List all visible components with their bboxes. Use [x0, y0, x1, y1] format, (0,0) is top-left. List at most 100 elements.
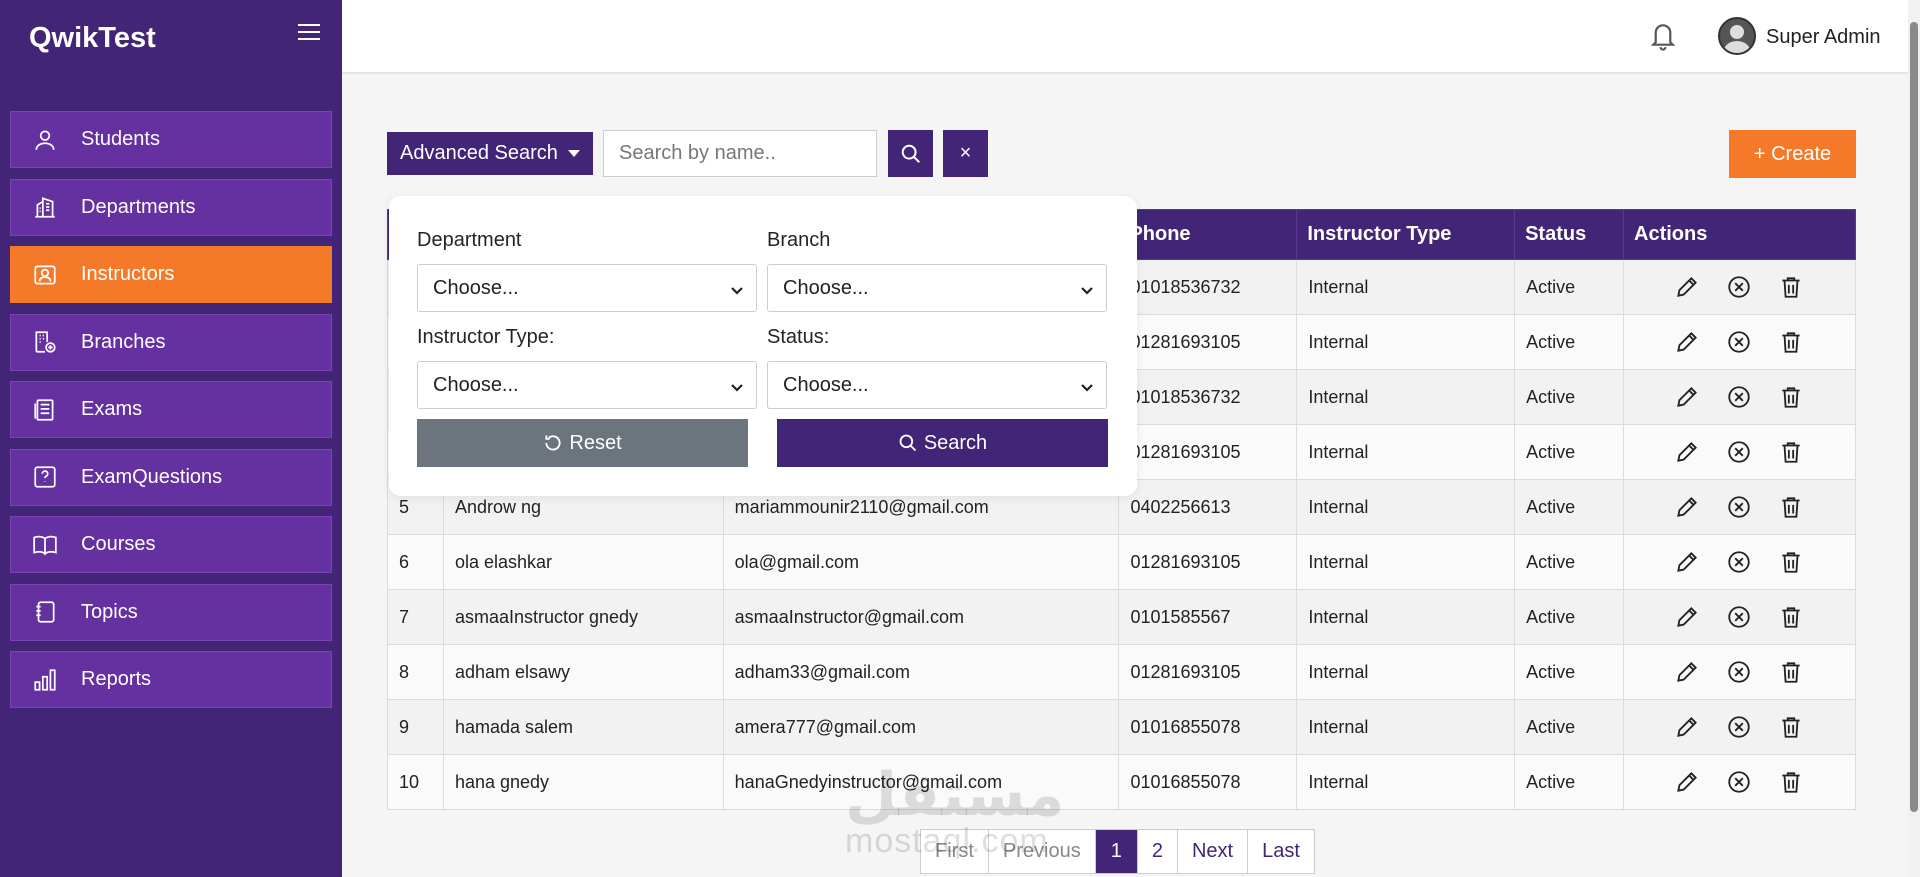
avatar[interactable]: [1718, 17, 1756, 55]
sidebar-item-label: Courses: [81, 533, 156, 555]
sidebar-item-label: Exams: [81, 398, 143, 420]
sidebar: QwikTest Students Departments Instructor…: [0, 0, 342, 877]
search-icon: [900, 143, 922, 165]
trash-icon[interactable]: [1777, 548, 1805, 576]
trash-icon[interactable]: [1777, 273, 1805, 301]
edit-icon[interactable]: [1673, 548, 1701, 576]
cell-instructor-type: Internal: [1296, 424, 1516, 480]
deactivate-icon[interactable]: [1725, 768, 1753, 796]
trash-icon[interactable]: [1777, 768, 1805, 796]
sidebar-item-label: Instructors: [81, 263, 175, 285]
trash-icon[interactable]: [1777, 328, 1805, 356]
scrollbar[interactable]: [1908, 0, 1920, 877]
advanced-search-label: Advanced Search: [400, 142, 558, 164]
page-2[interactable]: 2: [1138, 830, 1178, 873]
deactivate-icon[interactable]: [1725, 713, 1753, 741]
sidebar-item-reports[interactable]: Reports: [10, 651, 332, 708]
instructor-type-select[interactable]: Choose...: [417, 361, 757, 409]
cell-actions: [1623, 369, 1856, 425]
edit-icon[interactable]: [1673, 493, 1701, 521]
chevron-down-icon: [730, 378, 743, 392]
trash-icon[interactable]: [1777, 383, 1805, 411]
edit-icon[interactable]: [1673, 438, 1701, 466]
building-icon: [31, 193, 59, 221]
cell-number: 9: [387, 699, 444, 755]
hamburger-menu-icon[interactable]: [298, 24, 320, 42]
cell-instructor-type: Internal: [1296, 699, 1516, 755]
cell-actions: [1623, 644, 1856, 700]
branch-label: Branch: [767, 229, 831, 251]
deactivate-icon[interactable]: [1725, 658, 1753, 686]
clear-search-button[interactable]: ×: [943, 130, 988, 177]
trash-icon[interactable]: [1777, 493, 1805, 521]
cell-status: Active: [1514, 314, 1625, 370]
deactivate-icon[interactable]: [1725, 603, 1753, 631]
trash-icon[interactable]: [1777, 438, 1805, 466]
bell-icon[interactable]: [1648, 18, 1678, 52]
create-button[interactable]: + Create: [1729, 130, 1856, 178]
page-last[interactable]: Last: [1248, 830, 1314, 873]
column-header-actions: Actions: [1623, 209, 1856, 260]
edit-icon[interactable]: [1673, 713, 1701, 741]
cell-actions: [1623, 754, 1856, 810]
search-input[interactable]: [603, 130, 877, 177]
sidebar-item-courses[interactable]: Courses: [10, 516, 332, 573]
edit-icon[interactable]: [1673, 328, 1701, 356]
deactivate-icon[interactable]: [1725, 328, 1753, 356]
edit-icon[interactable]: [1673, 603, 1701, 631]
cell-actions: [1623, 589, 1856, 645]
page-1[interactable]: 1: [1095, 830, 1138, 873]
edit-icon[interactable]: [1673, 658, 1701, 686]
cell-name: hana gnedy: [442, 754, 724, 810]
branch-select[interactable]: Choose...: [767, 264, 1107, 312]
cell-phone: 01018536732: [1118, 259, 1298, 315]
edit-icon[interactable]: [1673, 768, 1701, 796]
user-name[interactable]: Super Admin: [1766, 26, 1881, 49]
deactivate-icon[interactable]: [1725, 273, 1753, 301]
deactivate-icon[interactable]: [1725, 493, 1753, 521]
sidebar-item-examquestions[interactable]: ExamQuestions: [10, 448, 332, 506]
reset-button[interactable]: Reset: [417, 419, 748, 467]
advanced-search-button[interactable]: Advanced Search: [387, 132, 593, 175]
cell-number: 6: [387, 534, 444, 590]
sidebar-item-departments[interactable]: Departments: [10, 178, 332, 236]
reset-label: Reset: [569, 431, 622, 454]
trash-icon[interactable]: [1777, 603, 1805, 631]
page-next[interactable]: Next: [1178, 830, 1249, 873]
search-icon: [898, 433, 918, 453]
deactivate-icon[interactable]: [1725, 383, 1753, 411]
department-select[interactable]: Choose...: [417, 264, 757, 312]
cell-status: Active: [1514, 479, 1625, 535]
sidebar-item-students[interactable]: Students: [10, 111, 332, 168]
sidebar-item-instructors[interactable]: Instructors: [10, 246, 332, 303]
brand-logo[interactable]: QwikTest: [29, 22, 156, 55]
scrollbar-thumb[interactable]: [1910, 22, 1918, 812]
cell-name: hamada salem: [442, 699, 724, 755]
page-first[interactable]: First: [921, 830, 989, 873]
column-header-instructor-type: Instructor Type: [1296, 209, 1516, 260]
trash-icon[interactable]: [1777, 658, 1805, 686]
advanced-search-submit-button[interactable]: Search: [777, 419, 1108, 467]
deactivate-icon[interactable]: [1725, 438, 1753, 466]
status-select[interactable]: Choose...: [767, 361, 1107, 409]
sidebar-item-label: Reports: [81, 668, 152, 690]
sidebar-nav: Students Departments Instructors Branche…: [10, 111, 332, 719]
sidebar-item-exams[interactable]: Exams: [10, 381, 332, 438]
sidebar-item-topics[interactable]: Topics: [10, 583, 332, 641]
cell-number: 10: [387, 754, 444, 810]
column-header-phone: Phone: [1118, 209, 1298, 260]
edit-icon[interactable]: [1673, 383, 1701, 411]
trash-icon[interactable]: [1777, 713, 1805, 741]
table-row: 9 hamada salem amera777@gmail.com 010168550…: [387, 699, 1856, 755]
deactivate-icon[interactable]: [1725, 548, 1753, 576]
sidebar-item-branches[interactable]: Branches: [10, 313, 332, 371]
cell-status: Active: [1514, 589, 1625, 645]
close-icon: ×: [959, 142, 972, 164]
search-button[interactable]: [888, 130, 933, 177]
page-previous[interactable]: Previous: [989, 830, 1096, 873]
cell-status: Active: [1514, 534, 1625, 590]
id-card-icon: [31, 261, 59, 289]
edit-icon[interactable]: [1673, 273, 1701, 301]
instructor-type-label: Instructor Type:: [417, 326, 555, 348]
cell-instructor-type: Internal: [1296, 479, 1516, 535]
